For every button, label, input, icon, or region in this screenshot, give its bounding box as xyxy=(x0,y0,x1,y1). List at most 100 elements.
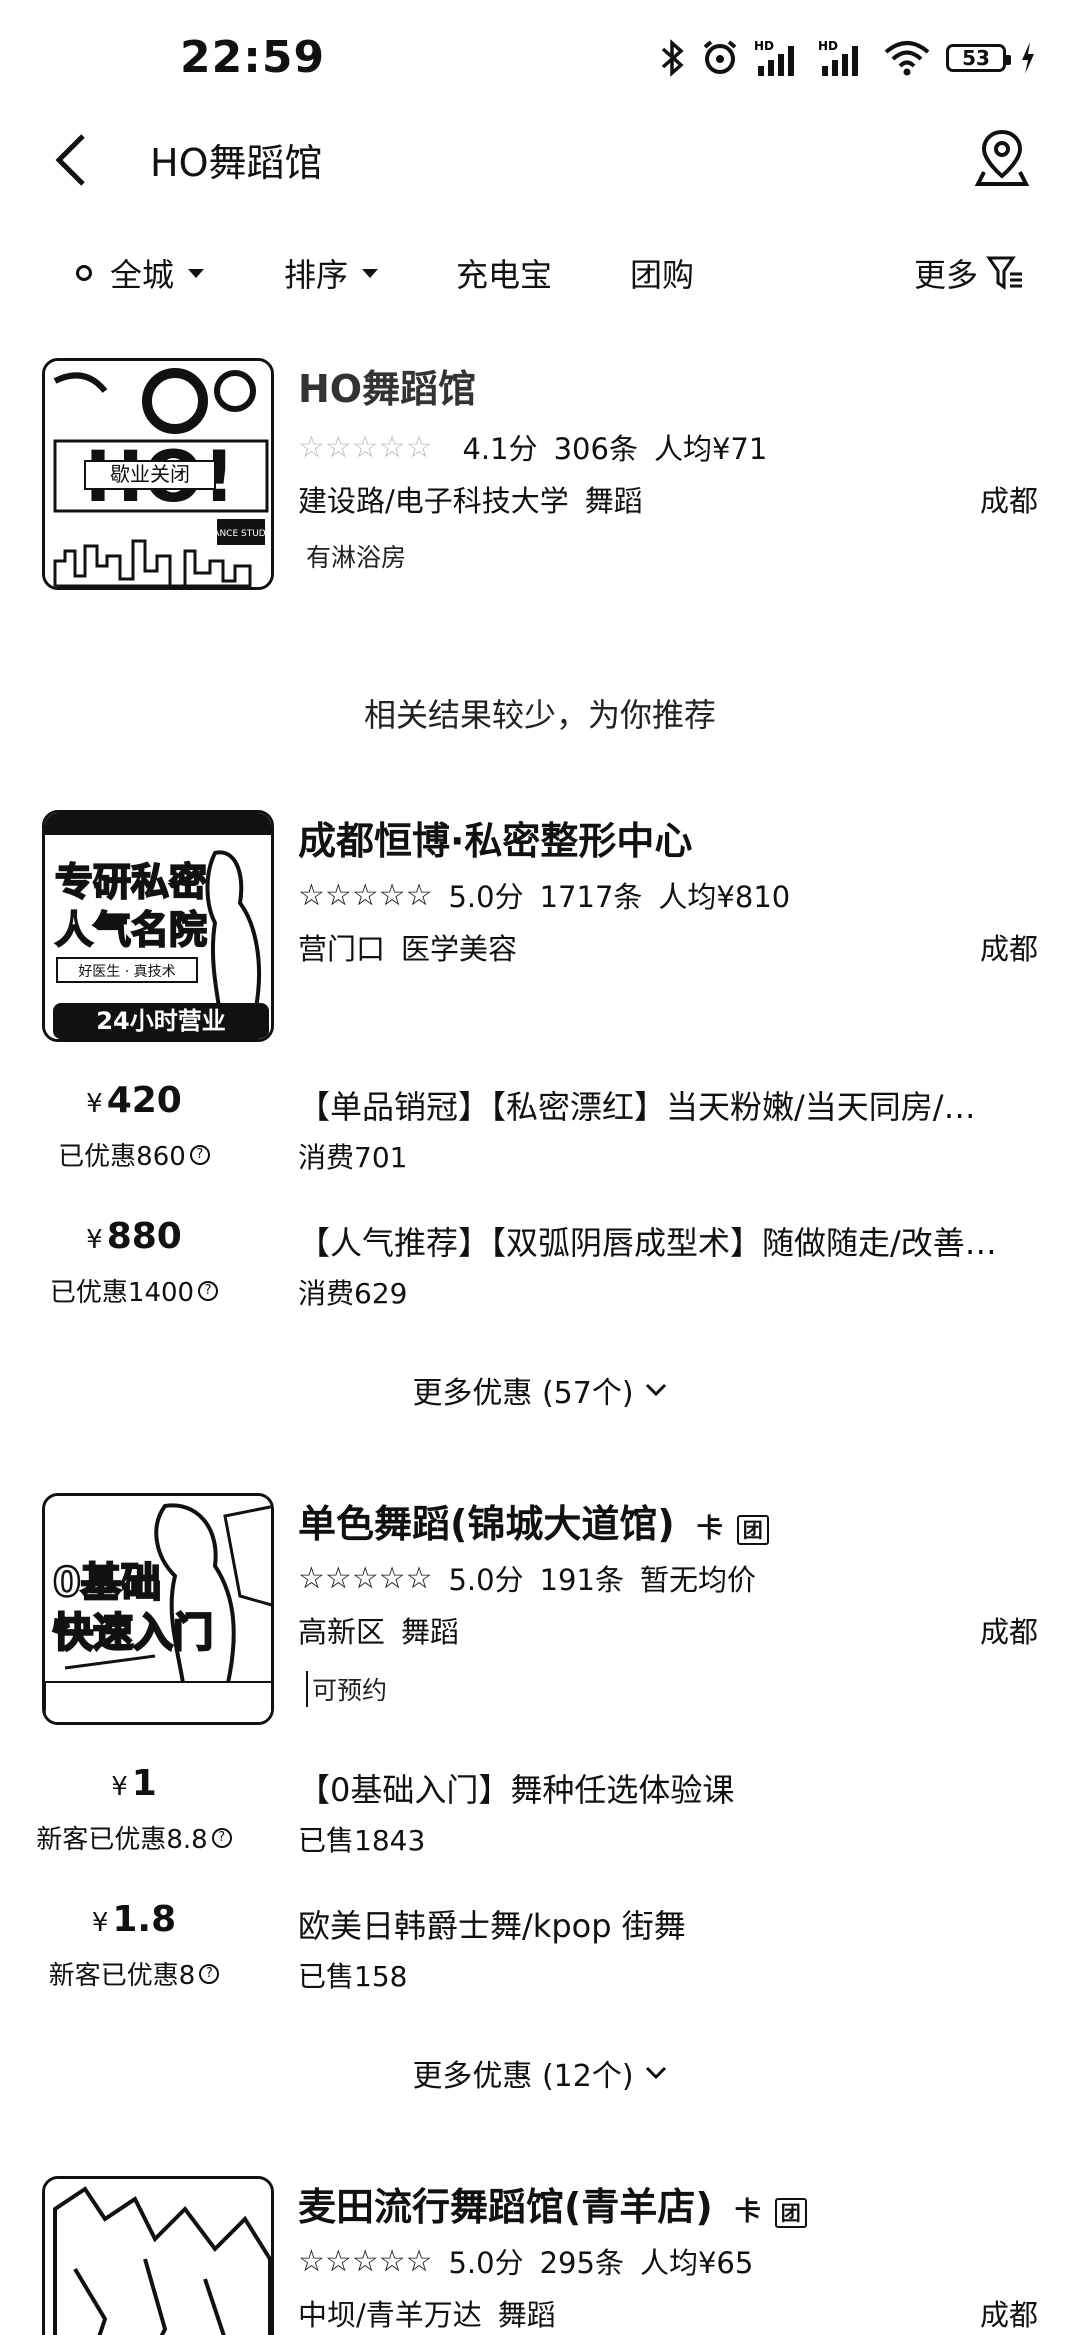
shop-name[interactable]: 成都恒博·私密整形中心 xyxy=(298,810,692,865)
shop-name-row[interactable]: 麦田流行舞蹈馆(青羊店) 卡团 xyxy=(298,2176,807,2231)
shop-thumbnail-image: 专研私密 人气名院 好医生 · 真技术 24小时营业 xyxy=(45,813,271,1039)
shop-reviews: 191条 xyxy=(539,1563,624,1597)
alarm-icon xyxy=(703,40,737,74)
shop-card-1[interactable]: 专研私密 人气名院 好医生 · 真技术 24小时营业 成都恒博·私密整形中心 ☆… xyxy=(0,810,1080,1412)
deal-title[interactable]: 欧美日韩爵士舞/kpop 街舞 xyxy=(298,1901,1038,1947)
shop-reviews: 1717条 xyxy=(539,880,643,914)
filter-funnel-icon xyxy=(986,256,1023,290)
status-time: 22:59 xyxy=(180,32,326,83)
signal-hd-icon-2: HD xyxy=(818,39,858,76)
deal-price[interactable]: ¥420 xyxy=(14,1080,254,1121)
shop-thumbnail[interactable]: 0基础 快速入门 xyxy=(42,1493,274,1725)
wifi-icon xyxy=(884,41,930,76)
shop-category: 舞蹈 xyxy=(497,2298,556,2332)
shop-name[interactable]: HO舞蹈馆 xyxy=(298,358,476,413)
deal-price[interactable]: ¥880 xyxy=(14,1216,254,1257)
deal-discount-label: 已优惠1400 xyxy=(49,1278,195,1308)
card-badge: 卡 xyxy=(734,2197,761,2227)
shop-city: 成都 xyxy=(979,932,1038,966)
shop-thumbnail[interactable]: 专研私密 人气名院 好医生 · 真技术 24小时营业 xyxy=(42,810,274,1042)
signal-hd-icon: HD xyxy=(754,39,794,76)
location-dot-icon xyxy=(76,265,92,281)
yen-symbol: ¥ xyxy=(86,1089,103,1119)
shop-category: 舞蹈 xyxy=(401,1615,460,1649)
filter-more-label: 更多 xyxy=(914,256,979,294)
deal-discount: 已优惠1400? xyxy=(14,1272,254,1309)
shop-avg-price: 人均¥810 xyxy=(658,880,791,914)
shop-thumbnail-image: HO! 歇业关闭 DANCE STUDIO xyxy=(45,361,271,587)
shop-closed-label: 歇业关闭 xyxy=(110,462,190,486)
more-deals-label: 更多优惠 (57个) xyxy=(412,1376,634,1411)
rating-stars-icon: ☆☆☆☆☆ xyxy=(298,2243,433,2279)
help-icon[interactable]: ? xyxy=(189,1144,210,1165)
deal-discount: 已优惠860? xyxy=(14,1136,254,1173)
back-arrow-icon xyxy=(55,134,85,186)
deal-title[interactable]: 【人气推荐】【双弧阴唇成型术】随做随走/改善… xyxy=(298,1218,1038,1264)
filter-sort[interactable]: 排序 xyxy=(284,250,379,296)
shop-rating: 4.1分 xyxy=(462,432,538,466)
yen-symbol: ¥ xyxy=(86,1225,103,1255)
rating-stars-icon: ☆☆☆☆☆ xyxy=(298,429,433,465)
thumb-line-2: 快速入门 xyxy=(53,1610,213,1656)
shop-area-row: 营门口 医学美容 xyxy=(298,926,517,968)
shop-avg-price: 人均¥65 xyxy=(639,2246,754,2280)
deal-discount-label: 新客已优惠8 xyxy=(48,1961,196,1991)
shop-thumbnail[interactable] xyxy=(42,2176,274,2335)
svg-text:HD: HD xyxy=(754,39,774,53)
deal-sold: 已售158 xyxy=(298,1960,408,1993)
shop-thumbnail[interactable]: HO! 歇业关闭 DANCE STUDIO xyxy=(42,358,274,590)
deal-discount-label: 新客已优惠8.8 xyxy=(36,1825,208,1855)
thumb-line-1: 0基础 xyxy=(53,1560,161,1606)
shop-thumbnail-image: 0基础 快速入门 xyxy=(45,1496,271,1722)
shop-category: 医学美容 xyxy=(401,932,518,966)
filter-sort-label: 排序 xyxy=(284,256,349,294)
filter-city[interactable]: 全城 xyxy=(76,250,205,296)
deal-price[interactable]: ¥1 xyxy=(14,1763,254,1804)
shop-rating-row: ☆☆☆☆☆ 5.0分 1717条 人均¥810 xyxy=(298,874,790,916)
deal-price[interactable]: ¥1.8 xyxy=(14,1899,254,1940)
help-icon[interactable]: ? xyxy=(199,1963,220,1984)
shop-card-2[interactable]: 0基础 快速入门 单色舞蹈(锦城大道馆) 卡团 ☆☆☆☆☆ 5.0分 191条 暂… xyxy=(0,1493,1080,2095)
rating-stars-icon: ☆☆☆☆☆ xyxy=(298,877,433,913)
shop-name: 麦田流行舞蹈馆(青羊店) xyxy=(298,2185,713,2229)
rating-stars-icon: ☆☆☆☆☆ xyxy=(298,1560,433,1596)
deal-title[interactable]: 【0基础入门】舞种任选体验课 xyxy=(298,1765,1038,1811)
shop-area-row: 高新区 舞蹈 xyxy=(298,1609,459,1651)
deal-price-value: 880 xyxy=(106,1216,182,1257)
shop-category: 舞蹈 xyxy=(584,484,643,518)
card-badge: 卡 xyxy=(696,1514,723,1544)
caret-down-icon xyxy=(188,268,205,278)
shop-reviews: 295条 xyxy=(539,2246,624,2280)
more-deals-button[interactable]: 更多优惠 (57个) xyxy=(0,1368,1080,1412)
deal-sold: 已售1843 xyxy=(298,1824,426,1857)
shop-rating-row: ☆☆☆☆☆ 5.0分 191条 暂无均价 xyxy=(298,1557,756,1599)
shop-name-row[interactable]: 单色舞蹈(锦城大道馆) 卡团 xyxy=(298,1493,769,1548)
filter-more[interactable]: 更多 xyxy=(914,250,1024,296)
shop-reviews: 306条 xyxy=(553,432,638,466)
svg-text:HD: HD xyxy=(818,39,838,53)
help-icon[interactable]: ? xyxy=(198,1280,219,1301)
shop-thumbnail-image xyxy=(45,2179,271,2335)
map-button[interactable] xyxy=(964,120,1040,196)
shop-tag: 可预约 xyxy=(306,1671,387,1707)
shop-card-3[interactable]: 麦田流行舞蹈馆(青羊店) 卡团 ☆☆☆☆☆ 5.0分 295条 人均¥65 中坝/… xyxy=(0,2176,1080,2335)
deal-discount: 新客已优惠8? xyxy=(14,1955,254,1992)
deal-discount-label: 已优惠860 xyxy=(58,1142,186,1172)
shop-name: 单色舞蹈(锦城大道馆) xyxy=(298,1502,675,1546)
deal-title[interactable]: 【单品销冠】【私密漂红】当天粉嫩/当天同房/… xyxy=(298,1082,1038,1128)
help-icon[interactable]: ? xyxy=(211,1827,232,1848)
more-deals-button[interactable]: 更多优惠 (12个) xyxy=(0,2051,1080,2095)
recommend-notice: 相关结果较少，为你推荐 xyxy=(363,696,716,734)
group-badge: 团 xyxy=(774,2198,807,2228)
yen-symbol: ¥ xyxy=(111,1772,128,1802)
shop-rating: 5.0分 xyxy=(448,1563,524,1597)
filter-group-buy[interactable]: 团购 xyxy=(630,250,694,296)
back-button[interactable] xyxy=(40,128,100,192)
map-location-icon xyxy=(974,129,1030,186)
page-title[interactable]: HO舞蹈馆 xyxy=(150,132,323,187)
shop-rating: 5.0分 xyxy=(448,2246,524,2280)
thumb-line-3: 好医生 · 真技术 xyxy=(78,964,175,980)
filter-powerbank[interactable]: 充电宝 xyxy=(456,250,552,296)
shop-card-0[interactable]: HO! 歇业关闭 DANCE STUDIO HO舞蹈馆 ☆☆☆☆☆ 4.1分 3… xyxy=(0,358,1080,608)
shop-rating-row: ☆☆☆☆☆ 5.0分 295条 人均¥65 xyxy=(298,2240,753,2282)
